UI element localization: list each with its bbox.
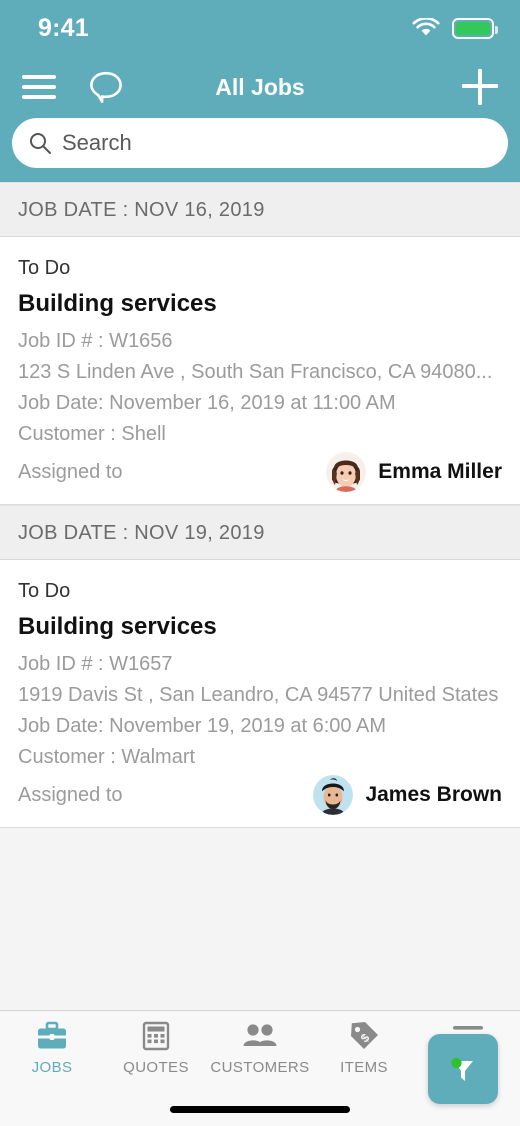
jobs-list: JOB DATE : NOV 16, 2019 To Do Building s… — [0, 182, 520, 1010]
briefcase-icon — [35, 1019, 69, 1053]
chat-bubble-icon[interactable] — [88, 70, 124, 104]
status-bar: 9:41 — [0, 0, 520, 56]
search-icon — [30, 133, 51, 154]
job-id: Job ID # : W1656 — [18, 330, 173, 352]
tab-label: QUOTES — [123, 1059, 189, 1076]
status-bar-clock: 9:41 — [38, 13, 89, 42]
filter-funnel-icon — [451, 1057, 473, 1081]
tab-label: CUSTOMERS — [210, 1059, 310, 1076]
tab-quotes[interactable]: QUOTES — [104, 1019, 208, 1076]
avatar-james-brown — [313, 775, 354, 815]
wifi-icon — [412, 18, 440, 36]
tab-items[interactable]: $ ITEMS — [312, 1019, 416, 1076]
app-screen: 9:41 All Jobs Search JOB DATE: NOV 16, … — [0, 0, 520, 1126]
job-date: Job Date: November 16, 2019 at 11:00 AM — [18, 392, 396, 414]
add-job-button[interactable] — [462, 69, 498, 105]
job-address: 123 S Linden Ave , South San Francisco, … — [18, 361, 493, 383]
people-icon — [242, 1019, 278, 1053]
job-assignment-row: Assigned to — [18, 773, 502, 815]
job-status: To Do — [18, 257, 71, 279]
list-empty-space — [0, 828, 520, 948]
job-status: To Do — [18, 580, 71, 602]
avatar[interactable] — [313, 775, 354, 815]
job-customer: Customer : Walmart — [18, 746, 196, 768]
avatar-emma-miller — [326, 452, 367, 492]
tab-customers[interactable]: CUSTOMERS — [208, 1019, 312, 1076]
assignee-name: James Brown — [365, 783, 502, 806]
job-id: Job ID # : W1657 — [18, 653, 173, 675]
section-header-date: JOB DATE : NOV 16, 2019 — [0, 182, 520, 237]
avatar[interactable] — [326, 452, 367, 492]
job-title: Building services — [18, 613, 217, 640]
app-header: 9:41 All Jobs — [0, 0, 520, 182]
search-input[interactable] — [62, 130, 492, 156]
job-card[interactable]: To Do Building services Job ID # : W1656… — [0, 237, 520, 505]
job-date: Job Date: November 19, 2019 at 6:00 AM — [18, 715, 386, 737]
assigned-to-label: Assigned to — [18, 460, 123, 483]
battery-icon — [452, 17, 498, 39]
assignee-name: Emma Miller — [378, 460, 502, 483]
hamburger-menu-icon[interactable] — [22, 75, 56, 99]
status-bar-indicators — [412, 17, 498, 39]
job-address: 1919 Davis St , San Leandro, CA 94577 Un… — [18, 684, 499, 706]
job-card[interactable]: To Do Building services Job ID # : W1657… — [0, 560, 520, 828]
calculator-icon — [142, 1019, 170, 1053]
tab-label: JOBS — [31, 1059, 73, 1076]
job-customer: Customer : Shell — [18, 423, 166, 445]
assigned-to-label: Assigned to — [18, 783, 123, 806]
navigation-bar: All Jobs — [0, 56, 520, 118]
price-tag-icon: $ — [348, 1019, 380, 1053]
filter-active-badge — [451, 1057, 462, 1069]
search-bar[interactable] — [12, 118, 508, 168]
tab-label: ITEMS — [340, 1059, 388, 1076]
section-header-date: JOB DATE : NOV 19, 2019 — [0, 505, 520, 560]
filter-button[interactable] — [428, 1034, 498, 1104]
tab-jobs[interactable]: JOBS — [0, 1019, 104, 1076]
job-title: Building services — [18, 290, 217, 317]
job-assignment-row: Assigned to — [18, 450, 502, 492]
